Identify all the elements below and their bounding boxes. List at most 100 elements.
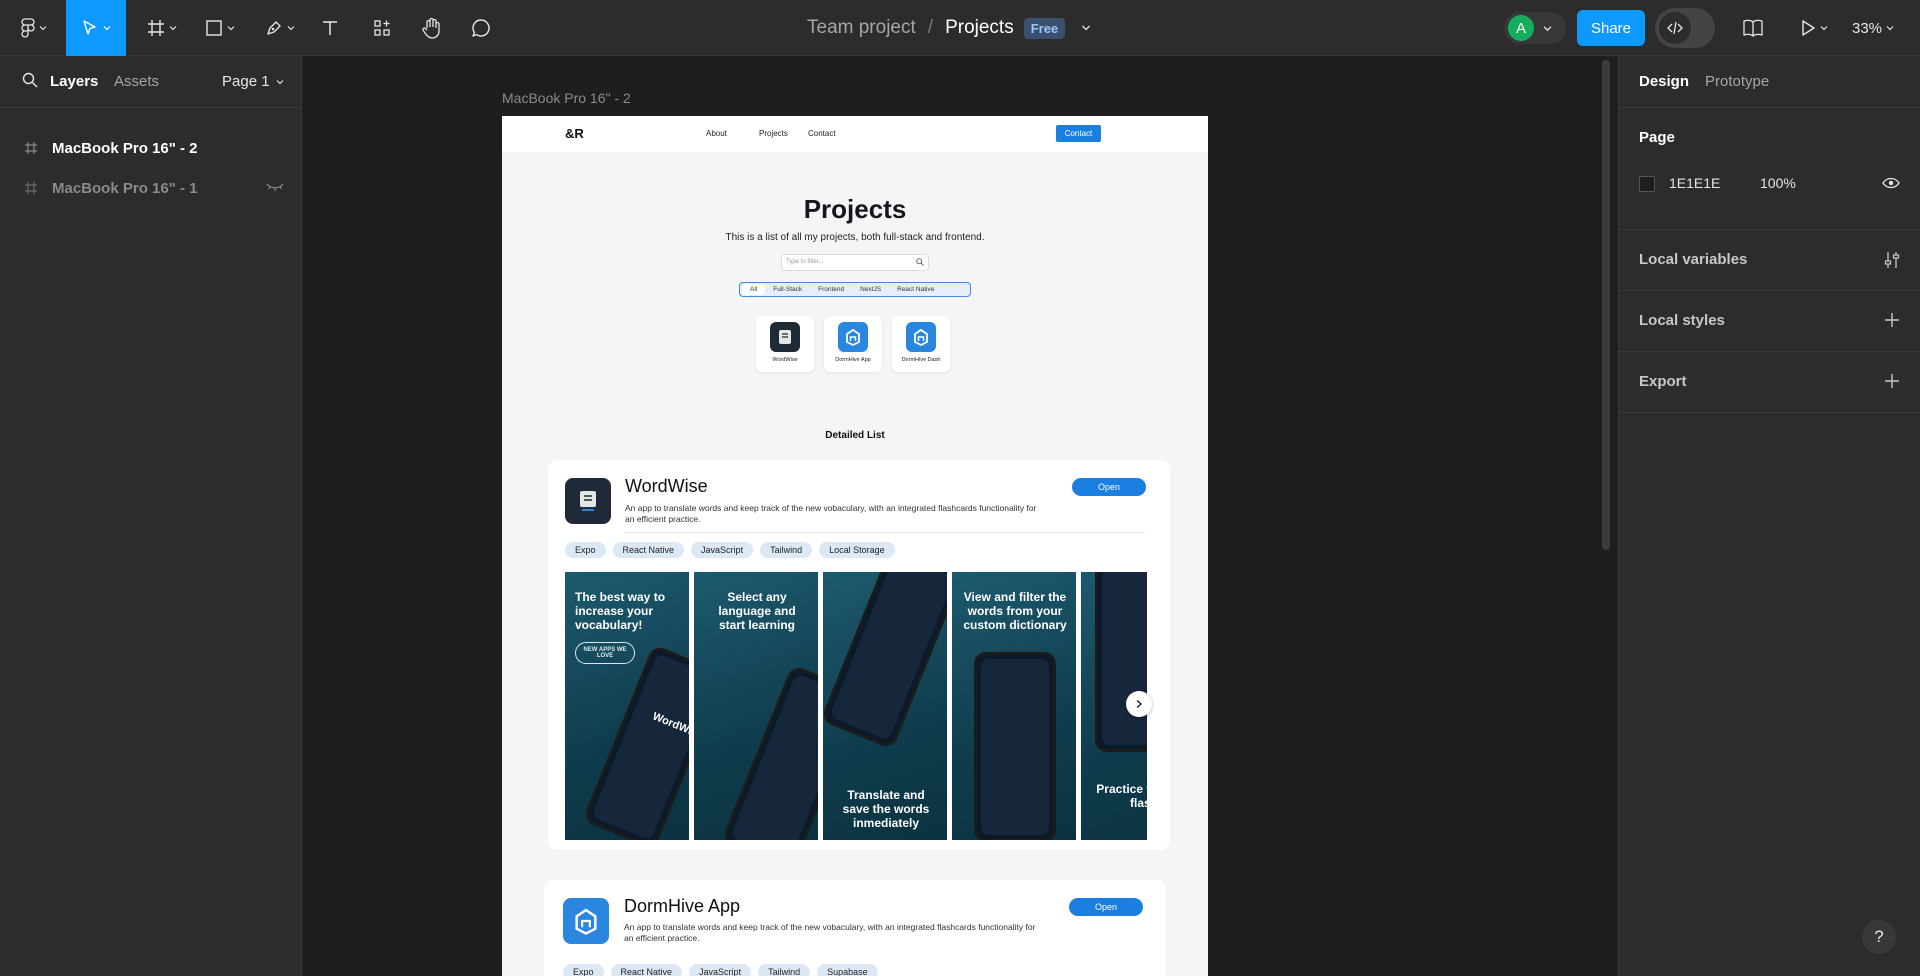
variables-icon[interactable]	[1884, 251, 1900, 269]
phone-mockup	[974, 652, 1056, 840]
page-selector-label: Page 1	[222, 73, 270, 90]
book-icon	[565, 478, 611, 524]
chevron-down-icon	[39, 26, 47, 31]
tag: Tailwind	[758, 964, 811, 976]
nav-link-about[interactable]: About	[706, 129, 727, 138]
projects-title: Projects	[803, 194, 907, 224]
hidden-eye-icon[interactable]	[266, 181, 284, 193]
page-color-swatch[interactable]	[1639, 176, 1655, 192]
hand-tool-button[interactable]	[418, 0, 446, 56]
chevron-down-icon[interactable]	[1081, 23, 1091, 33]
app-tile[interactable]: DormHive Dash	[892, 316, 950, 372]
text-icon	[323, 21, 337, 35]
screenshot-carousel[interactable]: The best way to increase your vocabulary…	[565, 572, 1147, 840]
frame-tool-button[interactable]	[140, 0, 184, 56]
filter-full-stack[interactable]: Full-Stack	[765, 284, 810, 295]
project-description: An app to translate words and keep track…	[624, 922, 1036, 943]
screenshot-caption: Practice vocabul flash	[1096, 782, 1147, 810]
canvas-scrollbar[interactable]	[1602, 60, 1610, 550]
search-placeholder: Type to filter...	[786, 259, 824, 265]
rectangle-icon	[206, 20, 222, 36]
phone-mockup	[721, 664, 818, 840]
project-description: An app to translate words and keep track…	[625, 503, 1037, 524]
section-title: Local styles	[1639, 312, 1725, 329]
tag: React Native	[610, 964, 683, 976]
layer-name: MacBook Pro 16" - 2	[52, 139, 198, 157]
filter-search-input[interactable]: Type to filter...	[781, 254, 929, 271]
share-button[interactable]: Share	[1577, 10, 1645, 46]
breadcrumb-separator: /	[927, 17, 934, 38]
export-section[interactable]: Export	[1619, 352, 1920, 413]
plus-icon[interactable]	[1884, 373, 1900, 389]
filter-react-native[interactable]: React Native	[889, 284, 942, 295]
move-tool-button[interactable]	[66, 0, 126, 56]
screenshot: The best way to increase your vocabulary…	[565, 572, 689, 840]
app-name: WordWise	[772, 357, 798, 363]
section-title: Local variables	[1639, 251, 1748, 268]
app-grid: WordWise DormHive App DormHive Dash	[756, 316, 950, 372]
tab-prototype[interactable]: Prototype	[1705, 73, 1769, 90]
file-name[interactable]: Projects	[945, 17, 1014, 39]
tab-layers[interactable]: Layers	[50, 73, 98, 90]
search-icon[interactable]	[22, 72, 38, 88]
tab-assets[interactable]: Assets	[114, 73, 159, 90]
book-icon	[1743, 19, 1763, 37]
contact-button[interactable]: Contact	[1056, 125, 1101, 142]
nav-link-contact[interactable]: Contact	[808, 129, 836, 138]
open-button[interactable]: Open	[1069, 898, 1143, 916]
page-opacity-value[interactable]: 100%	[1760, 175, 1796, 191]
frame-icon	[25, 142, 37, 154]
tag: Local Storage	[819, 542, 895, 558]
pen-tool-button[interactable]	[258, 0, 302, 56]
page-heading: Page	[1639, 129, 1675, 146]
filter-nextjs[interactable]: NextJS	[852, 284, 889, 295]
library-button[interactable]	[1738, 0, 1768, 56]
tab-design[interactable]: Design	[1639, 73, 1689, 90]
dev-mode-toggle[interactable]	[1655, 8, 1715, 48]
tag: Supabase	[817, 964, 878, 976]
projects-subtitle: This is a list of all my projects, both …	[725, 232, 985, 243]
filter-all[interactable]: All	[742, 284, 766, 295]
app-tile[interactable]: DormHive App	[824, 316, 882, 372]
multiplayer-avatars[interactable]: A	[1504, 12, 1566, 44]
file-breadcrumb: Team project / Projects Free	[807, 0, 1091, 56]
page-color-value[interactable]: 1E1E1E	[1669, 175, 1720, 191]
main-menu-button[interactable]	[12, 0, 56, 56]
canvas[interactable]: MacBook Pro 16" - 2 &R About Projects Co…	[302, 56, 1618, 976]
chevron-down-icon	[169, 26, 177, 31]
project-card: DormHive App An app to translate words a…	[544, 880, 1166, 976]
shape-tool-button[interactable]	[198, 0, 242, 56]
text-tool-button[interactable]	[316, 0, 344, 56]
eye-icon[interactable]	[1882, 177, 1900, 189]
resources-tool-button[interactable]	[368, 0, 396, 56]
dev-mode-knob	[1659, 12, 1691, 44]
cursor-icon	[83, 20, 96, 35]
present-button[interactable]	[1796, 0, 1832, 56]
local-styles-section[interactable]: Local styles	[1619, 291, 1920, 352]
team-name[interactable]: Team project	[807, 17, 916, 39]
zoom-control[interactable]: 33%	[1852, 0, 1894, 56]
plus-icon[interactable]	[1884, 312, 1900, 328]
help-button[interactable]: ?	[1862, 920, 1896, 954]
local-variables-section[interactable]: Local variables	[1619, 230, 1920, 291]
carousel-next-button[interactable]	[1126, 691, 1152, 717]
layer-item[interactable]: MacBook Pro 16" - 1	[0, 168, 300, 208]
screenshot-caption: View and filter the words from your cust…	[963, 590, 1067, 632]
nav-link-projects[interactable]: Projects	[759, 129, 788, 138]
frame-macbook-pro-2[interactable]: &R About Projects Contact Contact Projec…	[502, 116, 1208, 976]
page-selector[interactable]: Page 1	[222, 73, 284, 90]
app-tile[interactable]: WordWise	[756, 316, 814, 372]
project-card: WordWise An app to translate words and k…	[548, 460, 1170, 850]
chevron-down-icon	[1886, 26, 1894, 31]
open-button[interactable]: Open	[1072, 478, 1146, 496]
filter-frontend[interactable]: Frontend	[810, 284, 852, 295]
chevron-down-icon	[103, 26, 111, 31]
hand-icon	[422, 17, 440, 39]
frame-label[interactable]: MacBook Pro 16" - 2	[502, 90, 631, 106]
site-navbar: &R About Projects Contact Contact	[502, 116, 1208, 152]
phone-mockup	[582, 644, 689, 840]
tag: Tailwind	[760, 542, 813, 558]
screenshot-caption: Select any language and start learning	[718, 590, 796, 632]
comment-tool-button[interactable]	[467, 0, 495, 56]
layer-item[interactable]: MacBook Pro 16" - 2	[0, 128, 300, 168]
